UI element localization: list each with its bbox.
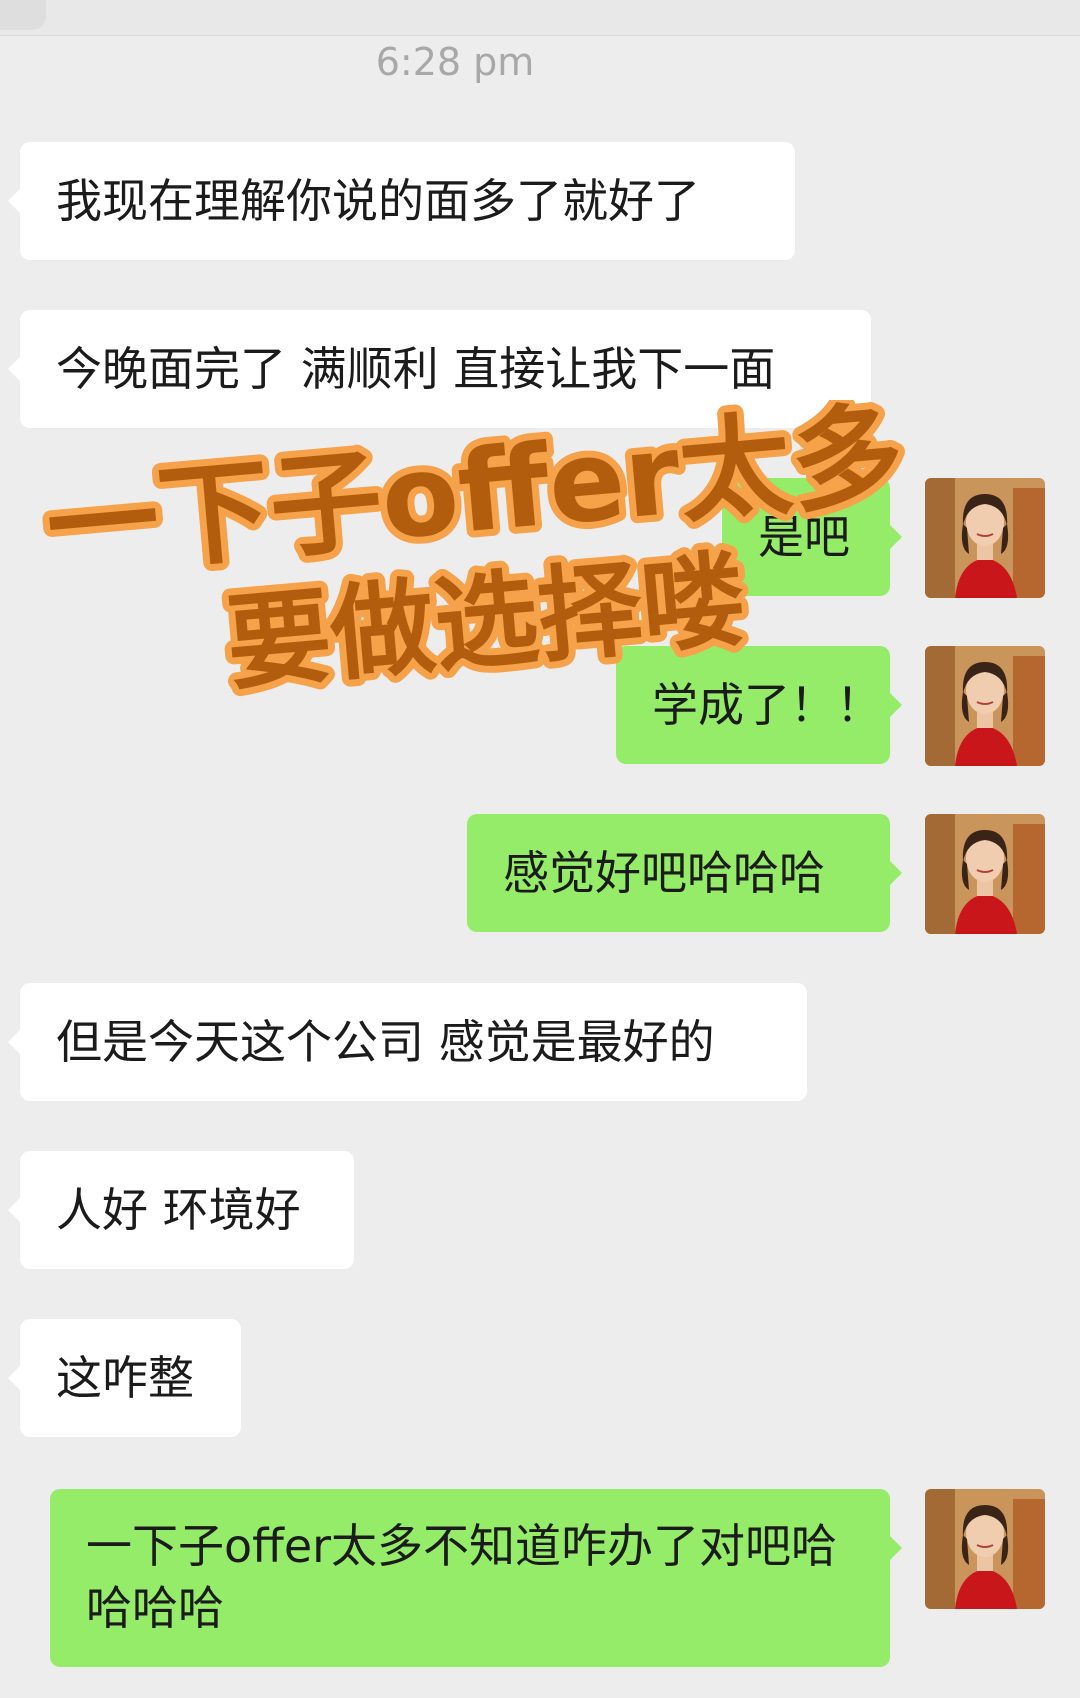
back-corner[interactable]	[0, 0, 46, 30]
message-bubble-received[interactable]: 这咋整	[8, 1319, 241, 1437]
message-bubble-sent[interactable]: 一下子offer太多不知道咋办了对吧哈哈哈哈	[50, 1489, 902, 1667]
message-text: 我现在理解你说的面多了就好了	[56, 174, 700, 228]
message-text: 今晚面完了 满顺利 直接让我下一面	[56, 342, 776, 396]
person-avatar-icon	[925, 478, 1045, 598]
chat-screen: 6:28 pm 我现在理解你说的面多了就好了 今晚面完了 满顺利 直接让我下一面…	[0, 0, 1080, 1698]
user-avatar[interactable]	[925, 814, 1045, 934]
message-bubble-received[interactable]: 今晚面完了 满顺利 直接让我下一面	[8, 310, 871, 428]
message-text: 学成了！！	[652, 678, 882, 732]
message-text: 一下子offer太多不知道咋办了对吧哈哈哈哈	[86, 1519, 838, 1635]
message-text: 是吧	[758, 510, 850, 564]
message-text: 人好 环境好	[56, 1183, 301, 1237]
user-avatar[interactable]	[925, 478, 1045, 598]
message-text: 但是今天这个公司 感觉是最好的	[56, 1015, 715, 1069]
message-bubble-sent[interactable]: 学成了！！	[616, 646, 902, 764]
message-text: 感觉好吧哈哈哈	[503, 846, 825, 900]
chat-timestamp: 6:28 pm	[375, 40, 535, 84]
person-avatar-icon	[925, 1489, 1045, 1609]
user-avatar[interactable]	[925, 646, 1045, 766]
message-bubble-received[interactable]: 我现在理解你说的面多了就好了	[8, 142, 795, 260]
person-avatar-icon	[925, 814, 1045, 934]
message-bubble-sent[interactable]: 感觉好吧哈哈哈	[467, 814, 902, 932]
user-avatar[interactable]	[925, 1489, 1045, 1609]
person-avatar-icon	[925, 646, 1045, 766]
message-bubble-received[interactable]: 人好 环境好	[8, 1151, 354, 1269]
top-bar	[0, 0, 1080, 36]
message-text: 这咋整	[56, 1351, 194, 1405]
message-bubble-sent[interactable]: 是吧	[722, 478, 902, 596]
message-bubble-received[interactable]: 但是今天这个公司 感觉是最好的	[8, 983, 807, 1101]
